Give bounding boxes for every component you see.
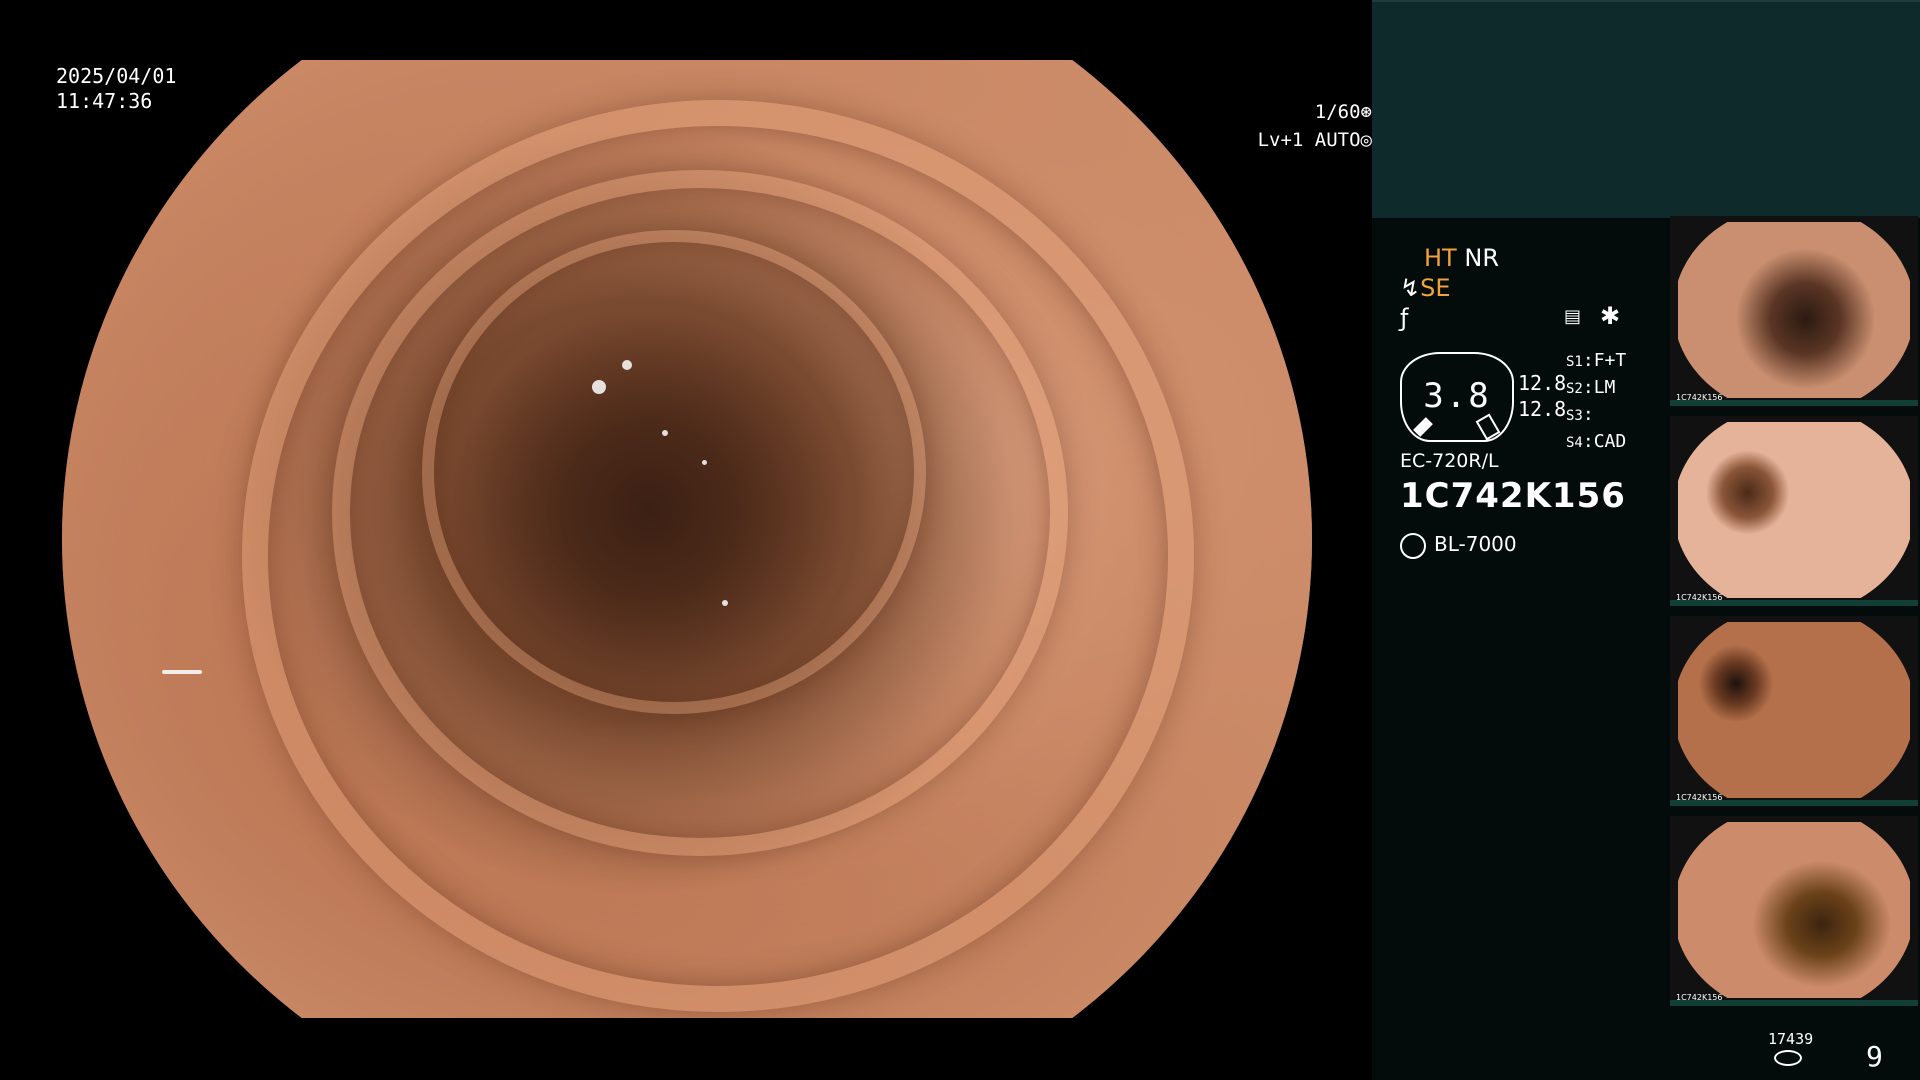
nr-label: NR bbox=[1464, 244, 1499, 272]
slot-row: S2:LM bbox=[1566, 377, 1616, 398]
thumbnail-bar bbox=[1670, 800, 1918, 806]
gauge-value: 3.8 bbox=[1423, 376, 1491, 416]
switch-assignments: S1:F+T S2:LM S3: S4:CAD bbox=[1566, 348, 1626, 456]
thumbnail-image bbox=[1678, 822, 1910, 998]
thumbnail-strip: 1C742K156 1C742K156 1C742K156 1C742K156 bbox=[1670, 216, 1918, 1016]
light-reflection bbox=[662, 430, 668, 436]
scope-model: EC-720R/L bbox=[1400, 450, 1499, 472]
mucosal-fold bbox=[422, 230, 926, 714]
se-label: SE bbox=[1420, 274, 1451, 302]
thumbnail[interactable]: 1C742K156 bbox=[1670, 216, 1918, 406]
thumbnail[interactable]: 1C742K156 bbox=[1670, 816, 1918, 1006]
page-number: 9 bbox=[1866, 1040, 1883, 1073]
mode-list-icon: ▤ bbox=[1564, 306, 1582, 327]
endoscope-main-view: 2025/04/01 11:47:36 1/60⊛ Lv+1 AUTO◎ bbox=[0, 0, 1372, 1080]
zoom-gauge: 3.8 bbox=[1400, 352, 1514, 442]
thumbnail-bar bbox=[1670, 400, 1918, 406]
exposure-readout: 1/60⊛ Lv+1 AUTO◎ bbox=[54, 98, 1372, 154]
se-row: ↯SE bbox=[1400, 274, 1451, 302]
scope-curve-icon: ↯ bbox=[1400, 274, 1421, 302]
storage-icon bbox=[1774, 1050, 1802, 1066]
image-counter: 17439 bbox=[1768, 1030, 1814, 1048]
thumbnail-image bbox=[1678, 222, 1910, 398]
slot-row: S4:CAD bbox=[1566, 431, 1627, 452]
light-source-icon bbox=[1400, 532, 1426, 559]
slot-row: S3: bbox=[1566, 404, 1594, 425]
side-info-panel: HT NR ↯SE ƒ ▤ ✱ 3.8 12.8 12.8 S1:F+T S2:… bbox=[1372, 0, 1920, 1080]
thumbnail[interactable]: 1C742K156 bbox=[1670, 616, 1918, 806]
scope-serial: 1C742K156 bbox=[1400, 476, 1626, 516]
thumbnail[interactable]: 1C742K156 bbox=[1670, 416, 1918, 606]
gauge-marker-icon bbox=[1475, 413, 1501, 441]
endoscopic-image bbox=[62, 60, 1312, 1018]
enhancement-row: HT NR bbox=[1424, 244, 1499, 272]
num-readout-2: 12.8 bbox=[1518, 397, 1567, 421]
top-empty-box bbox=[1372, 0, 1920, 218]
brightness-level-text: Lv+1 AUTO◎ bbox=[1257, 129, 1372, 151]
thumbnail-image bbox=[1678, 622, 1910, 798]
thumbnail-bar bbox=[1670, 1000, 1918, 1006]
f-hook-icon: ƒ bbox=[1400, 304, 1409, 332]
date-text: 2025/04/01 bbox=[56, 64, 177, 88]
light-reflection bbox=[162, 670, 202, 674]
thumbnail-image bbox=[1678, 422, 1910, 598]
numeric-readout: 12.8 12.8 bbox=[1518, 370, 1566, 422]
light-source-name: BL-7000 bbox=[1434, 532, 1517, 556]
light-reflection bbox=[622, 360, 632, 370]
thumbnail-bar bbox=[1670, 600, 1918, 606]
asterisk-icon: ✱ bbox=[1600, 302, 1621, 330]
light-reflection bbox=[592, 380, 606, 394]
ht-label: HT bbox=[1424, 244, 1457, 272]
settings-readout: HT NR ↯SE ƒ ▤ ✱ 3.8 12.8 12.8 S1:F+T S2:… bbox=[1372, 216, 1672, 816]
num-readout-1: 12.8 bbox=[1518, 371, 1567, 395]
light-source-row: BL-7000 bbox=[1400, 532, 1517, 559]
shutter-text: 1/60⊛ bbox=[1314, 101, 1372, 123]
gauge-needle-icon bbox=[1413, 417, 1433, 437]
light-reflection bbox=[702, 460, 707, 465]
light-reflection bbox=[722, 600, 728, 606]
slot-row: S1:F+T bbox=[1566, 350, 1627, 371]
